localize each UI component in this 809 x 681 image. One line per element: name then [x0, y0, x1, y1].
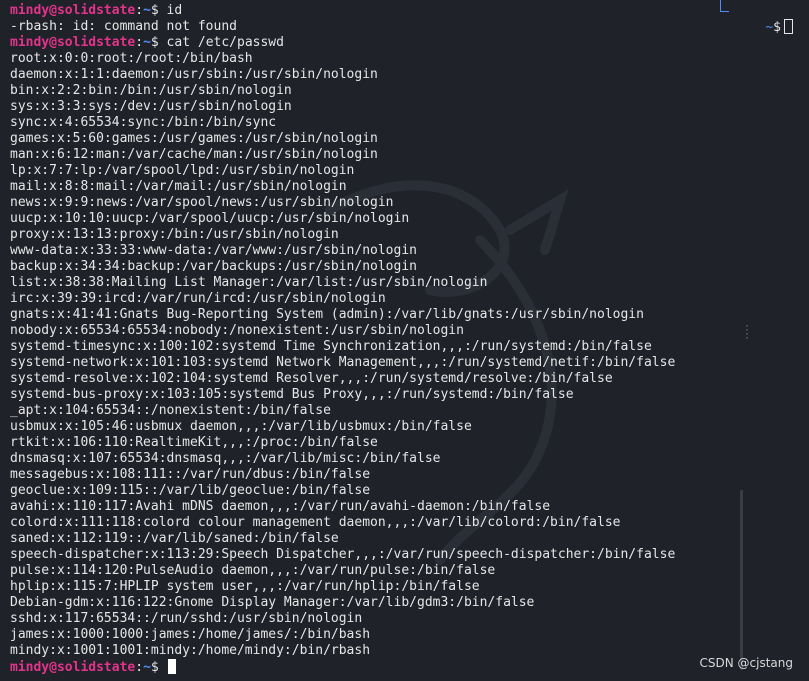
prompt-line: mindy@solidstate:~$ cat /etc/passwd: [10, 35, 790, 51]
output-line: dnsmasq:x:107:65534:dnsmasq,,,:/var/lib/…: [10, 451, 441, 466]
output-line: pulse:x:114:120:PulseAudio daemon,,,:/va…: [10, 563, 496, 578]
output-line: games:x:5:60:games:/usr/games:/usr/sbin/…: [10, 131, 378, 146]
prompt-host: solidstate: [56, 35, 136, 50]
prompt-line: mindy@solidstate:~$: [10, 659, 790, 675]
output-line: gnats:x:41:41:Gnats Bug-Reporting System…: [10, 307, 644, 322]
output-line: man:x:6:12:man:/var/cache/man:/usr/sbin/…: [10, 147, 378, 162]
output-line: james:x:1000:1000:james:/home/james/:/bi…: [10, 627, 371, 642]
prompt-colon: :: [135, 3, 144, 18]
prompt-path: ~: [143, 35, 151, 50]
output-line: colord:x:111:118:colord colour managemen…: [10, 515, 621, 530]
output-line: avahi:x:110:117:Avahi mDNS daemon,,,:/va…: [10, 499, 551, 514]
prompt-host: solidstate: [56, 660, 136, 675]
prompt-symbol: $: [150, 35, 159, 50]
prompt-user: mindy: [10, 35, 50, 50]
terminal-window[interactable]: ~$ mindy@solidstate:~$ id -rbash: id: com…: [0, 0, 809, 681]
output-line: bin:x:2:2:bin:/bin:/usr/sbin/nologin: [10, 83, 292, 98]
output-line: systemd-resolve:x:102:104:systemd Resolv…: [10, 371, 613, 386]
command-text: cat /etc/passwd: [158, 35, 284, 50]
output-line: www-data:x:33:33:www-data:/var/www:/usr/…: [10, 243, 417, 258]
prompt-symbol: $: [150, 3, 159, 18]
output-line: Debian-gdm:x:116:122:Gnome Display Manag…: [10, 595, 535, 610]
output-line: proxy:x:13:13:proxy:/bin:/usr/sbin/nolog…: [10, 227, 339, 242]
pane-splitter-dots[interactable]: · · · ·: [744, 322, 750, 344]
output-line: -rbash: id: command not found: [10, 19, 237, 34]
output-line: sync:x:4:65534:sync:/bin:/bin/sync: [10, 115, 277, 130]
output-line: uucp:x:10:10:uucp:/var/spool/uucp:/usr/s…: [10, 211, 410, 226]
prompt-user: mindy: [10, 660, 50, 675]
output-line: systemd-network:x:101:103:systemd Networ…: [10, 355, 676, 370]
output-line: saned:x:112:119::/var/lib/saned:/bin/fal…: [10, 531, 339, 546]
prompt-colon: :: [135, 660, 144, 675]
prompt-colon: :: [135, 35, 144, 50]
prompt-at: @: [49, 3, 57, 18]
output-line: geoclue:x:109:115::/var/lib/geoclue:/bin…: [10, 483, 371, 498]
output-line: _apt:x:104:65534::/nonexistent:/bin/fals…: [10, 403, 331, 418]
prompt-host: solidstate: [56, 3, 136, 18]
output-line: systemd-timesync:x:100:102:systemd Time …: [10, 339, 652, 354]
prompt-path: ~: [143, 3, 151, 18]
prompt-user: mindy: [10, 3, 50, 18]
output-line: systemd-bus-proxy:x:103:105:systemd Bus …: [10, 387, 574, 402]
output-line: news:x:9:9:news:/var/spool/news:/usr/sbi…: [10, 195, 394, 210]
output-line: sys:x:3:3:sys:/dev:/usr/sbin/nologin: [10, 99, 292, 114]
output-line: daemon:x:1:1:daemon:/usr/sbin:/usr/sbin/…: [10, 67, 378, 82]
output-line: speech-dispatcher:x:113:29:Speech Dispat…: [10, 547, 676, 562]
output-line: backup:x:34:34:backup:/var/backups:/usr/…: [10, 259, 417, 274]
output-line: hplip:x:115:7:HPLIP system user,,,:/var/…: [10, 579, 480, 594]
cursor-block-icon: [167, 659, 176, 674]
prompt-path: ~: [143, 660, 151, 675]
output-line: mail:x:8:8:mail:/var/mail:/usr/sbin/nolo…: [10, 179, 347, 194]
prompt-at: @: [49, 35, 57, 50]
prompt-symbol: $: [150, 660, 159, 675]
terminal-output[interactable]: mindy@solidstate:~$ id -rbash: id: comman…: [10, 3, 790, 675]
output-line: lp:x:7:7:lp:/var/spool/lpd:/usr/sbin/nol…: [10, 163, 355, 178]
output-line: sshd:x:117:65534::/run/sshd:/usr/sbin/no…: [10, 611, 363, 626]
command-text: id: [158, 3, 183, 18]
output-line: messagebus:x:108:111::/var/run/dbus:/bin…: [10, 467, 371, 482]
output-line: list:x:38:38:Mailing List Manager:/var/l…: [10, 275, 488, 290]
output-line: irc:x:39:39:ircd:/var/run/ircd:/usr/sbin…: [10, 291, 386, 306]
output-line: nobody:x:65534:65534:nobody:/nonexistent…: [10, 323, 464, 338]
prompt-at: @: [49, 660, 57, 675]
output-line: mindy:x:1001:1001:mindy:/home/mindy:/bin…: [10, 643, 371, 658]
command-text: [159, 660, 167, 675]
output-line: root:x:0:0:root:/root:/bin/bash: [10, 51, 253, 66]
scrollbar-thumb[interactable]: [740, 490, 743, 670]
output-line: rtkit:x:106:110:RealtimeKit,,,:/proc:/bi…: [10, 435, 378, 450]
output-line: usbmux:x:105:46:usbmux daemon,,,:/var/li…: [10, 419, 472, 434]
watermark-text: CSDN @cjstang: [699, 656, 794, 670]
prompt-line: mindy@solidstate:~$ id: [10, 3, 790, 19]
